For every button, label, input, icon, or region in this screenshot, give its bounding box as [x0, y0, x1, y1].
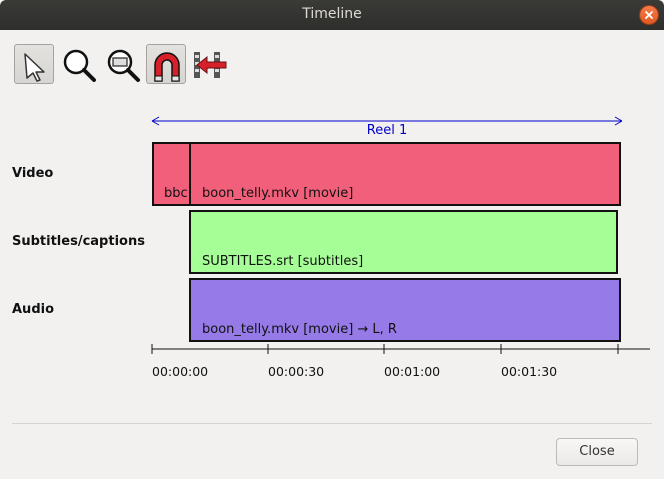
ruler-tick-label: 00:00:30: [268, 364, 325, 379]
timeline-window: Timeline Reel 1 Video Subtitles/captions…: [0, 0, 664, 479]
close-button[interactable]: Close: [556, 438, 638, 466]
arrow-pointer-icon: [24, 53, 45, 82]
title-bar: Timeline: [0, 0, 664, 30]
clip-label: boon_telly.mkv [movie]: [202, 186, 354, 201]
clip-label: SUBTITLES.srt [subtitles]: [202, 254, 364, 269]
track-label-audio: Audio: [12, 302, 55, 317]
sequence-tool-button[interactable]: [190, 44, 230, 84]
zoom-fit-tool-button[interactable]: [102, 44, 142, 84]
window-title: Timeline: [302, 6, 362, 22]
sequence-arrow-icon: [194, 52, 227, 78]
zoom-tool-button[interactable]: [58, 44, 98, 84]
separator: [12, 423, 652, 424]
clip-label: boon_telly.mkv [movie] → L, R: [202, 322, 397, 337]
snap-tool-button[interactable]: [146, 44, 186, 84]
video-clip-main[interactable]: boon_telly.mkv [movie]: [189, 142, 621, 206]
track-label-video: Video: [12, 166, 54, 181]
video-clip-bbc[interactable]: bbc: [152, 142, 192, 206]
reel-label: Reel 1: [366, 123, 408, 138]
track-label-subtitles: Subtitles/captions: [12, 234, 145, 249]
magnifier-icon: [63, 49, 96, 82]
window-close-icon[interactable]: [640, 6, 658, 24]
magnifier-rect-icon: [107, 49, 140, 82]
ruler-tick-label: 00:01:00: [384, 364, 441, 379]
audio-clip[interactable]: boon_telly.mkv [movie] → L, R: [189, 278, 621, 342]
subtitle-clip[interactable]: SUBTITLES.srt [subtitles]: [189, 210, 618, 274]
clip-label: bbc: [164, 186, 188, 201]
select-tool-button[interactable]: [14, 44, 54, 84]
time-ruler: [151, 344, 650, 354]
ruler-tick-label: 00:00:00: [152, 364, 209, 379]
ruler-tick-label: 00:01:30: [501, 364, 558, 379]
magnet-icon: [154, 52, 180, 82]
